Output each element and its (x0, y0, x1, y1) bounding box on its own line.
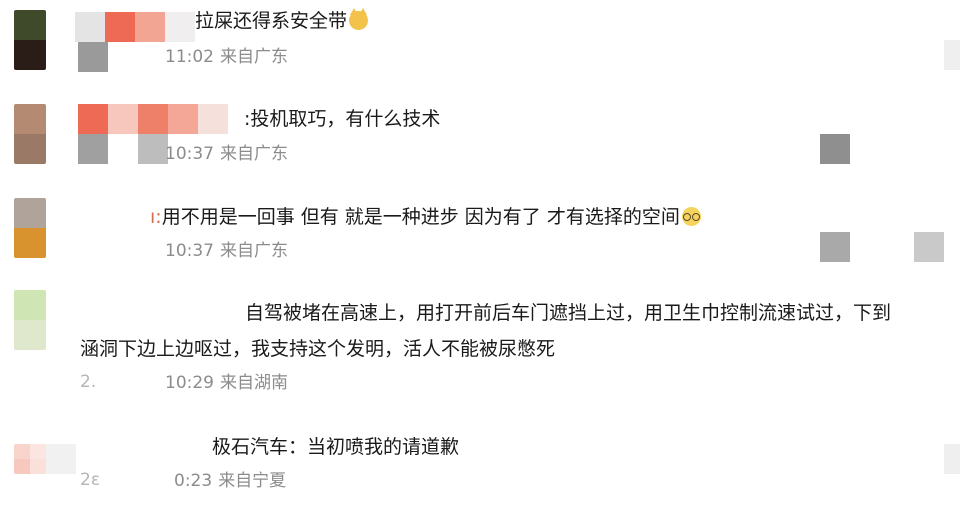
side-mosaic (820, 232, 850, 262)
comment-text: :投机取巧，有什么技术 (244, 108, 441, 130)
comment-location: 来自宁夏 (218, 471, 287, 491)
cat-grin-icon (349, 8, 369, 30)
avatar[interactable] (14, 290, 46, 350)
avatar[interactable] (14, 10, 46, 70)
nerd-glasses-icon (681, 207, 701, 226)
mosaic-gray (46, 444, 76, 474)
username-mosaic (78, 104, 238, 134)
comment-text: 极石汽车：当初喷我的请道歉 (212, 436, 460, 458)
comment-meta: 10:37 来自广东 (165, 240, 288, 262)
comment-location: 来自广东 (220, 47, 288, 67)
avatar[interactable] (14, 198, 46, 258)
comment-location: 来自广东 (220, 144, 288, 164)
side-mosaic (944, 444, 960, 474)
comment-time: 10:29 (165, 373, 214, 393)
side-mosaic (820, 134, 850, 164)
mosaic-gray (78, 42, 108, 72)
comment-text: 自驾被堵在高速上，用打开前后车门遮挡上过，用卫生巾控制流速试过，下到 (245, 302, 892, 324)
mosaic-gray (78, 134, 168, 164)
comment-text-line2: 涵洞下边上边呕过，我支持这个发明，活人不能被尿憋死 (80, 338, 556, 360)
comment-time: 0:23 (174, 471, 213, 491)
comment-meta: 0:23 来自宁夏 (174, 470, 286, 492)
comment-location: 来自湖南 (220, 373, 288, 393)
comment-location: 来自广东 (220, 241, 288, 261)
comment-time: 10:37 (165, 144, 214, 164)
username-mosaic (75, 12, 195, 42)
side-mosaic (914, 232, 944, 262)
comment-meta: 10:29 来自湖南 (165, 372, 288, 394)
comment-text: 拉屎还得系安全带 (195, 8, 369, 34)
side-mosaic (944, 40, 960, 70)
username-fragment: 2ε (80, 470, 101, 490)
avatar[interactable] (14, 104, 46, 164)
comment-text: ı:用不用是一回事 但有 就是一种进步 因为有了 才有选择的空间 (150, 204, 701, 230)
comment-time: 10:37 (165, 241, 214, 261)
comment-time: 11:02 (165, 47, 214, 67)
avatar[interactable] (14, 444, 46, 474)
comment-meta: 10:37 来自广东 (165, 143, 288, 165)
username-fragment: 2. (80, 372, 97, 392)
comment-meta: 11:02 来自广东 (165, 46, 288, 68)
